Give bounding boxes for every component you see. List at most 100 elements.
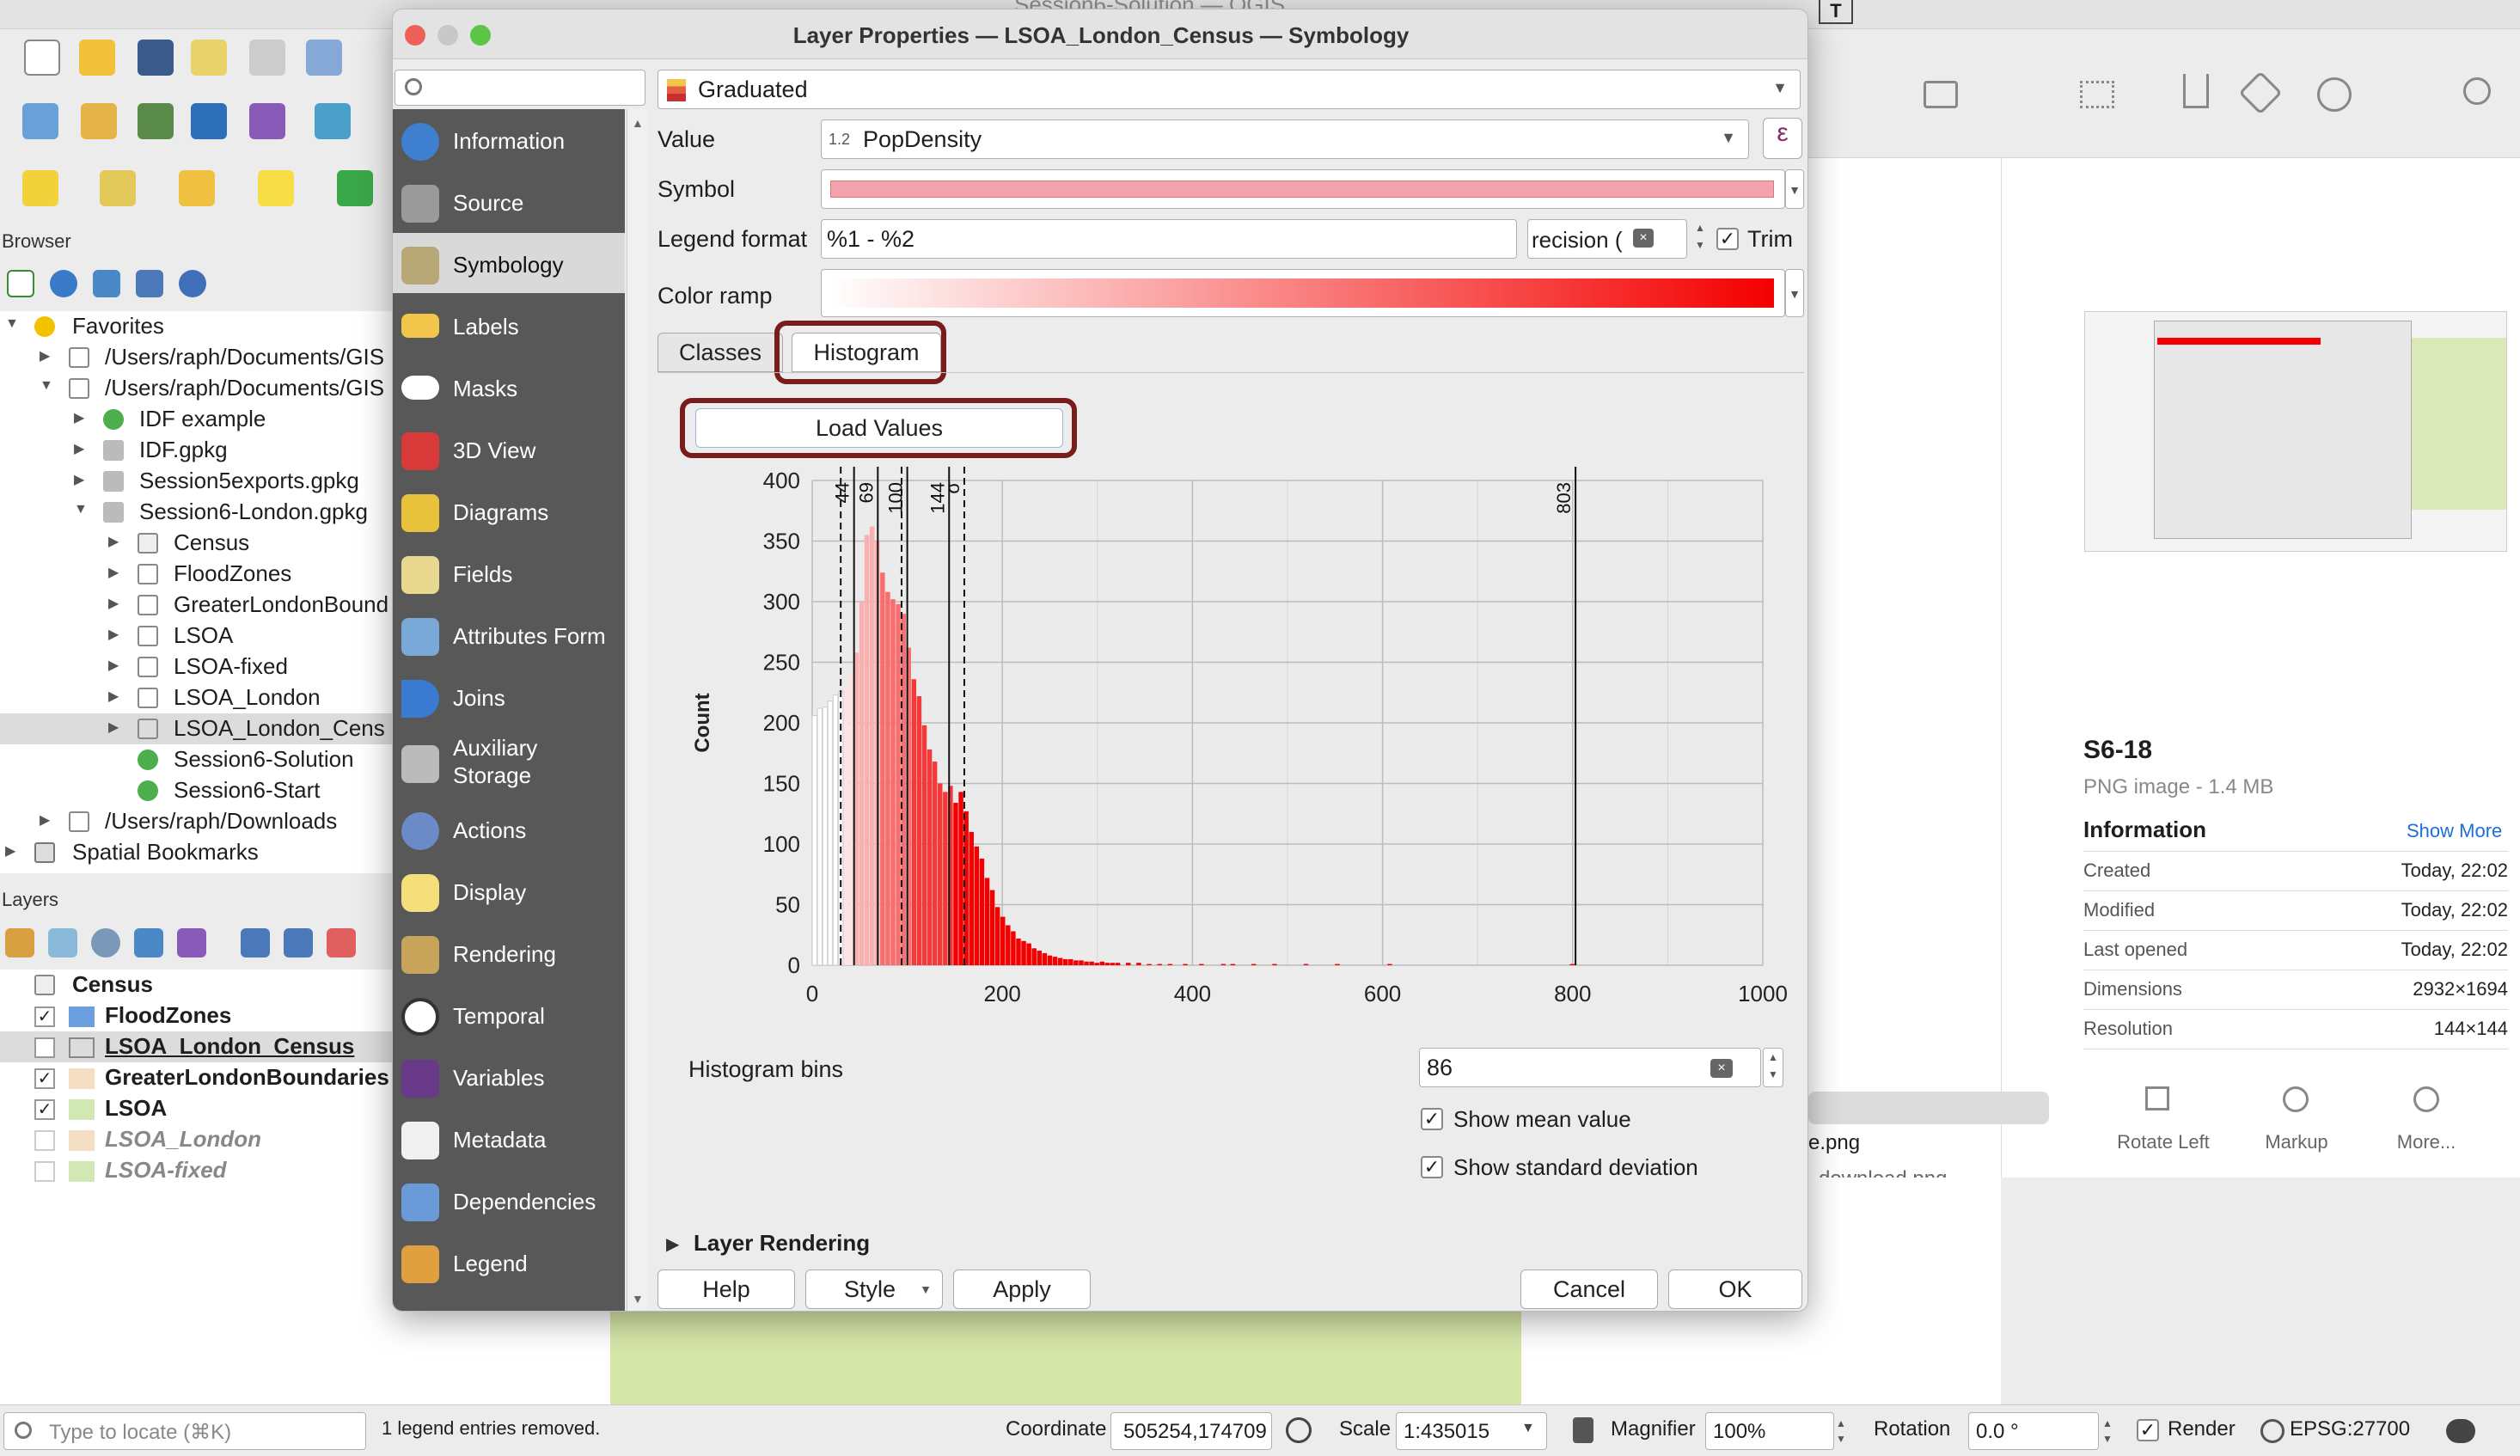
color-ramp-button[interactable] xyxy=(821,269,1785,317)
remove-layer-icon[interactable] xyxy=(327,928,356,957)
layer-visibility-checkbox[interactable] xyxy=(34,1161,55,1182)
open-folder-icon[interactable] xyxy=(79,40,115,76)
histogram-chart[interactable]: 0 200 400 600 800 1000 0 50 100 150 200 250 300 350 40… xyxy=(658,458,1808,1060)
sidebar-item-labels[interactable]: Labels xyxy=(393,295,625,355)
style-manager-icon[interactable] xyxy=(306,40,342,76)
zoom-window-icon[interactable] xyxy=(470,25,491,46)
symbol-dropdown-icon[interactable]: ▼ xyxy=(1785,169,1804,209)
browser-item-project[interactable]: ▶ IDF example xyxy=(0,404,392,435)
more-button[interactable]: More... xyxy=(2377,1131,2475,1153)
expand-all-icon[interactable] xyxy=(241,928,270,957)
add-selected-icon[interactable] xyxy=(7,270,34,297)
trim-checkbox[interactable]: ✓ xyxy=(1716,228,1739,250)
rotation-stepper[interactable]: ▲ ▼ xyxy=(2102,1416,2113,1447)
locator-input[interactable]: Type to locate (⌘K) xyxy=(3,1412,366,1450)
layer-visibility-checkbox[interactable]: ✓ xyxy=(34,1099,55,1120)
sidebar-item-diagrams[interactable]: Diagrams xyxy=(393,480,625,541)
sidebar-item-dependencies[interactable]: Dependencies xyxy=(393,1170,625,1230)
digitize-icon[interactable] xyxy=(191,103,227,139)
magnifier-stepper[interactable]: ▲ ▼ xyxy=(1836,1416,1846,1447)
markup-icon[interactable] xyxy=(2283,1086,2309,1112)
finder-file[interactable]: download.png xyxy=(1819,1169,1991,1178)
deselect-icon[interactable] xyxy=(179,170,215,206)
expression-filter-icon[interactable] xyxy=(177,928,206,957)
browser-item-gpkg[interactable]: ▶ Session5exports.gpkg xyxy=(0,466,392,497)
clear-icon[interactable]: × xyxy=(1633,229,1654,248)
sidebar-search-input[interactable] xyxy=(395,70,645,106)
finder-selected-row[interactable] xyxy=(1808,1092,2049,1124)
layer-visibility-checkbox[interactable]: ✓ xyxy=(34,1006,55,1027)
collapse-all-icon[interactable] xyxy=(284,928,313,957)
layer-styling-icon[interactable] xyxy=(5,928,34,957)
expression-button[interactable]: ε xyxy=(1763,118,1802,159)
collapse-all-icon[interactable] xyxy=(136,270,163,297)
add-vector-icon[interactable] xyxy=(22,103,58,139)
sidebar-item-temporal[interactable]: Temporal xyxy=(393,984,625,1044)
layer-item-lsoa-fixed[interactable]: LSOA-fixed xyxy=(0,1155,392,1186)
processing-search-icon[interactable] xyxy=(337,170,373,206)
rotate-left-button[interactable]: Rotate Left xyxy=(2101,1131,2226,1153)
browser-item-layer[interactable]: ▶ LSOA-fixed xyxy=(0,652,392,682)
sidebar-item-metadata[interactable]: Metadata xyxy=(393,1108,625,1168)
markup-button[interactable]: Markup xyxy=(2243,1131,2350,1153)
apply-button[interactable]: Apply xyxy=(953,1269,1091,1309)
sidebar-item-attributes-form[interactable]: Attributes Form xyxy=(393,604,625,664)
clear-icon[interactable]: × xyxy=(1710,1059,1733,1078)
browser-item-folder[interactable]: ▼/Users/raph/Documents/GIS xyxy=(0,373,392,404)
minimize-window-icon[interactable] xyxy=(437,25,458,46)
style-button[interactable]: Style ▼ xyxy=(805,1269,943,1309)
search-icon[interactable] xyxy=(2463,77,2491,105)
browser-item-layer-selected[interactable]: ▶ LSOA_London_Cens xyxy=(0,713,392,744)
color-ramp-dropdown-icon[interactable]: ▼ xyxy=(1785,269,1804,317)
layer-item-lsoa[interactable]: ✓ LSOA xyxy=(0,1093,392,1124)
layer-visibility-checkbox[interactable] xyxy=(34,1130,55,1151)
symbol-button[interactable] xyxy=(821,169,1785,209)
help-button[interactable]: Help xyxy=(658,1269,795,1309)
browser-item-table[interactable]: ▶ Census xyxy=(0,528,392,559)
refresh-icon[interactable] xyxy=(50,270,77,297)
coordinate-field[interactable]: 505254,174709 xyxy=(1110,1412,1272,1450)
add-raster-icon[interactable] xyxy=(81,103,117,139)
sidebar-item-information[interactable]: Information xyxy=(393,109,625,169)
rotate-left-icon[interactable] xyxy=(2145,1086,2169,1110)
new-project-icon[interactable] xyxy=(24,40,60,76)
sidebar-item-3d-view[interactable]: 3D View xyxy=(393,419,625,479)
precision-spinbox[interactable]: recision ( × xyxy=(1527,219,1687,259)
text-tool-icon[interactable]: T xyxy=(1819,0,1853,24)
tab-classes[interactable]: Classes xyxy=(658,333,783,372)
add-wms-icon[interactable] xyxy=(249,103,285,139)
layer-item-lsoa-london-census[interactable]: LSOA_London_Census xyxy=(0,1031,392,1062)
legend-format-input[interactable]: %1 - %2 xyxy=(821,219,1517,259)
print-layout-icon[interactable] xyxy=(249,40,285,76)
select-features-icon[interactable] xyxy=(22,170,58,206)
identify-icon[interactable] xyxy=(258,170,294,206)
value-field-select[interactable]: 1.2 PopDensity ▼ xyxy=(821,119,1749,159)
attribute-table-icon[interactable] xyxy=(100,170,136,206)
browser-item-layer[interactable]: ▶ LSOA_London xyxy=(0,682,392,713)
tag-icon[interactable] xyxy=(2238,70,2283,115)
messages-icon[interactable] xyxy=(2446,1419,2475,1443)
render-checkbox[interactable]: ✓ xyxy=(2137,1419,2159,1441)
close-window-icon[interactable] xyxy=(405,25,425,46)
renderer-select[interactable]: Graduated ▼ xyxy=(658,70,1801,109)
browser-item-layer[interactable]: ▶ FloodZones xyxy=(0,559,392,590)
add-wfs-icon[interactable] xyxy=(315,103,351,139)
layer-item-census[interactable]: Census xyxy=(0,970,392,1000)
finder-file[interactable]: e.png xyxy=(1808,1131,1860,1155)
lock-icon[interactable] xyxy=(1573,1417,1593,1443)
share-icon[interactable] xyxy=(2183,74,2209,108)
sidebar-item-joins[interactable]: Joins xyxy=(393,666,625,726)
sidebar-item-auxiliary-storage[interactable]: Auxiliary Storage xyxy=(393,728,625,797)
more-options-icon[interactable] xyxy=(2317,77,2352,112)
layer-rendering-section[interactable]: Layer Rendering xyxy=(694,1230,870,1257)
sidebar-item-variables[interactable]: Variables xyxy=(393,1046,625,1106)
save-icon[interactable] xyxy=(138,40,174,76)
sidebar-item-legend[interactable]: Legend xyxy=(393,1232,625,1292)
add-delimited-icon[interactable] xyxy=(138,103,174,139)
sidebar-item-source[interactable]: Source xyxy=(393,171,625,231)
add-group-icon[interactable] xyxy=(48,928,77,957)
save-as-icon[interactable] xyxy=(191,40,227,76)
show-mean-checkbox[interactable]: ✓ xyxy=(1421,1108,1443,1130)
sidebar-item-fields[interactable]: Fields xyxy=(393,542,625,603)
expand-triangle-icon[interactable]: ▶ xyxy=(666,1233,679,1255)
